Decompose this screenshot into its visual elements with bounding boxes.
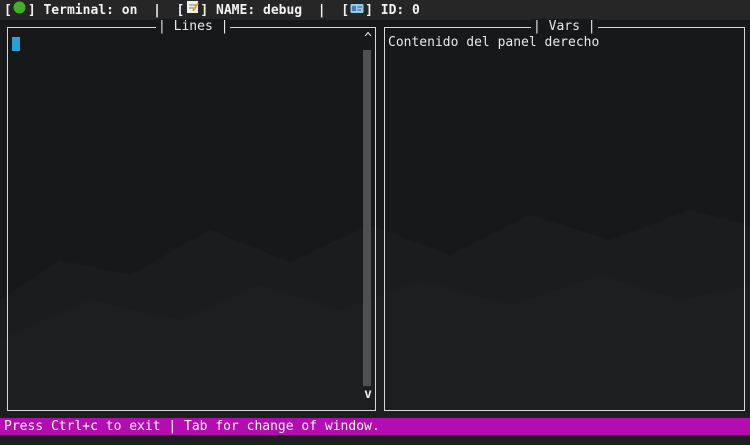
green-circle-icon	[12, 1, 28, 21]
scroll-up-arrow-icon[interactable]: ^	[364, 32, 372, 46]
scrollbar-track[interactable]	[363, 50, 371, 386]
separator: |	[317, 3, 326, 18]
vars-panel-content: Contenido del panel derecho	[388, 35, 600, 50]
text-cursor	[12, 37, 20, 51]
bottom-help-bar: Press Ctrl+c to exit | Tab for change of…	[0, 418, 750, 435]
memo-icon	[184, 0, 200, 21]
vars-panel[interactable]: | Vars | Contenido del panel derecho	[384, 19, 745, 411]
name-label: NAME: debug	[216, 3, 303, 18]
id-card-icon	[349, 1, 365, 21]
terminal-status: Terminal: on	[43, 3, 138, 18]
lines-panel-title: | Lines |	[156, 19, 231, 35]
scroll-down-arrow-icon[interactable]: v	[364, 388, 372, 402]
separator: |	[153, 3, 161, 18]
vars-panel-title: | Vars |	[531, 19, 598, 35]
top-status-bar: [] Terminal: on | [] NAME: debug | [] ID…	[0, 0, 750, 20]
id-label: ID: 0	[380, 3, 420, 18]
lines-panel[interactable]: | Lines | ^ v	[7, 19, 376, 411]
